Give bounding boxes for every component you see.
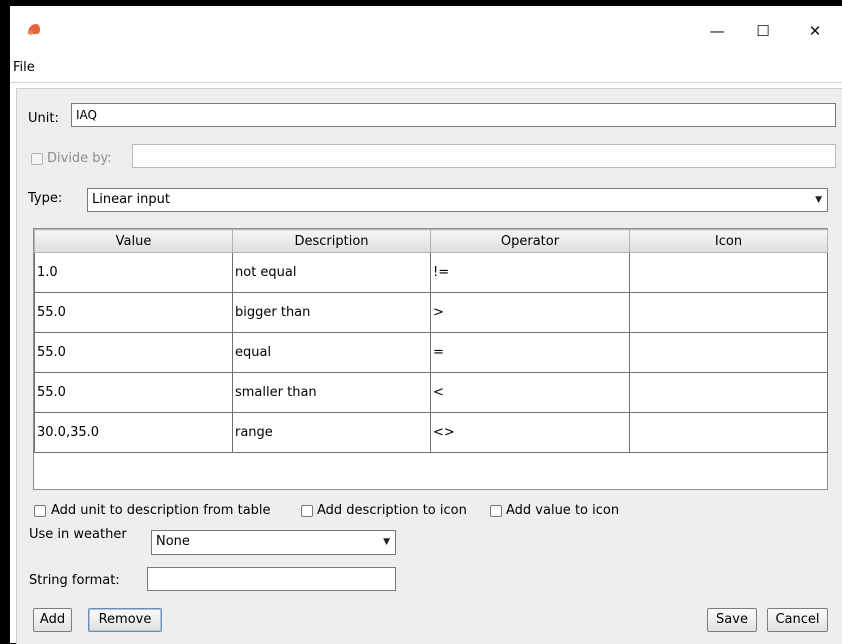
chevron-down-icon: ▼: [815, 195, 822, 205]
weather-select-value: None: [156, 534, 190, 549]
string-format-label: String format:: [29, 573, 120, 588]
table-row[interactable]: 1.0 not equal !=: [34, 252, 828, 293]
type-select[interactable]: Linear input ▼: [87, 188, 828, 212]
table-row[interactable]: 30.0,35.0 range <>: [34, 412, 828, 453]
cell-value[interactable]: 55.0: [34, 372, 233, 413]
table-row[interactable]: 55.0 equal =: [34, 332, 828, 373]
type-select-value: Linear input: [92, 192, 170, 207]
unit-label: Unit:: [28, 111, 59, 126]
cell-description[interactable]: smaller than: [232, 372, 431, 413]
divide-by-input[interactable]: [132, 144, 836, 168]
table-row[interactable]: 55.0 bigger than >: [34, 292, 828, 333]
cell-description[interactable]: range: [232, 412, 431, 453]
menu-bar: File: [10, 54, 842, 83]
cell-description[interactable]: not equal: [232, 252, 431, 293]
add-unit-label: Add unit to description from table: [51, 503, 271, 518]
cell-icon[interactable]: [629, 412, 828, 453]
column-header-description[interactable]: Description: [232, 229, 431, 253]
cell-icon[interactable]: [629, 252, 828, 293]
cancel-button[interactable]: Cancel: [767, 608, 828, 632]
menu-file[interactable]: File: [13, 60, 35, 75]
add-description-label: Add description to icon: [317, 503, 467, 518]
cell-value[interactable]: 55.0: [34, 292, 233, 333]
cell-operator[interactable]: =: [430, 332, 630, 373]
weather-label: Use in weather: [29, 527, 127, 542]
column-header-operator[interactable]: Operator: [430, 229, 630, 253]
cell-description[interactable]: equal: [232, 332, 431, 373]
divide-by-label: Divide by:: [47, 151, 112, 166]
cell-operator[interactable]: <: [430, 372, 630, 413]
table-header-row: Value Description Operator Icon: [34, 229, 828, 253]
add-unit-checkbox[interactable]: [34, 505, 46, 517]
title-bar: — ☐ ✕: [10, 6, 842, 54]
divide-by-checkbox[interactable]: [31, 153, 43, 165]
string-format-input[interactable]: [147, 567, 396, 591]
table-row[interactable]: 55.0 smaller than <: [34, 372, 828, 413]
thresholds-table[interactable]: Value Description Operator Icon 1.0 not …: [33, 228, 828, 490]
remove-button[interactable]: Remove: [88, 608, 162, 632]
save-button[interactable]: Save: [707, 608, 757, 632]
type-label: Type:: [28, 191, 63, 206]
cell-icon[interactable]: [629, 332, 828, 373]
cell-value[interactable]: 1.0: [34, 252, 233, 293]
add-description-checkbox[interactable]: [301, 505, 313, 517]
cell-icon[interactable]: [629, 372, 828, 413]
cell-operator[interactable]: !=: [430, 252, 630, 293]
column-header-value[interactable]: Value: [34, 229, 233, 253]
close-button[interactable]: ✕: [792, 18, 838, 44]
add-value-label: Add value to icon: [506, 503, 620, 518]
chevron-down-icon: ▼: [383, 537, 390, 547]
cell-icon[interactable]: [629, 292, 828, 333]
cell-operator[interactable]: >: [430, 292, 630, 333]
cell-description[interactable]: bigger than: [232, 292, 431, 333]
column-header-icon[interactable]: Icon: [629, 229, 828, 253]
weather-select[interactable]: None ▼: [151, 530, 396, 555]
app-icon: [28, 24, 40, 35]
add-button[interactable]: Add: [33, 608, 72, 632]
maximize-button[interactable]: ☐: [740, 18, 786, 44]
minimize-button[interactable]: —: [694, 18, 740, 44]
cell-operator[interactable]: <>: [430, 412, 630, 453]
cell-value[interactable]: 30.0,35.0: [34, 412, 233, 453]
app-window: — ☐ ✕ File Unit: Divide by: Type: Linear…: [10, 6, 842, 644]
unit-input[interactable]: [71, 103, 836, 127]
add-value-checkbox[interactable]: [490, 505, 502, 517]
cell-value[interactable]: 55.0: [34, 332, 233, 373]
editor-panel: Unit: Divide by: Type: Linear input ▼ Va…: [16, 88, 842, 644]
